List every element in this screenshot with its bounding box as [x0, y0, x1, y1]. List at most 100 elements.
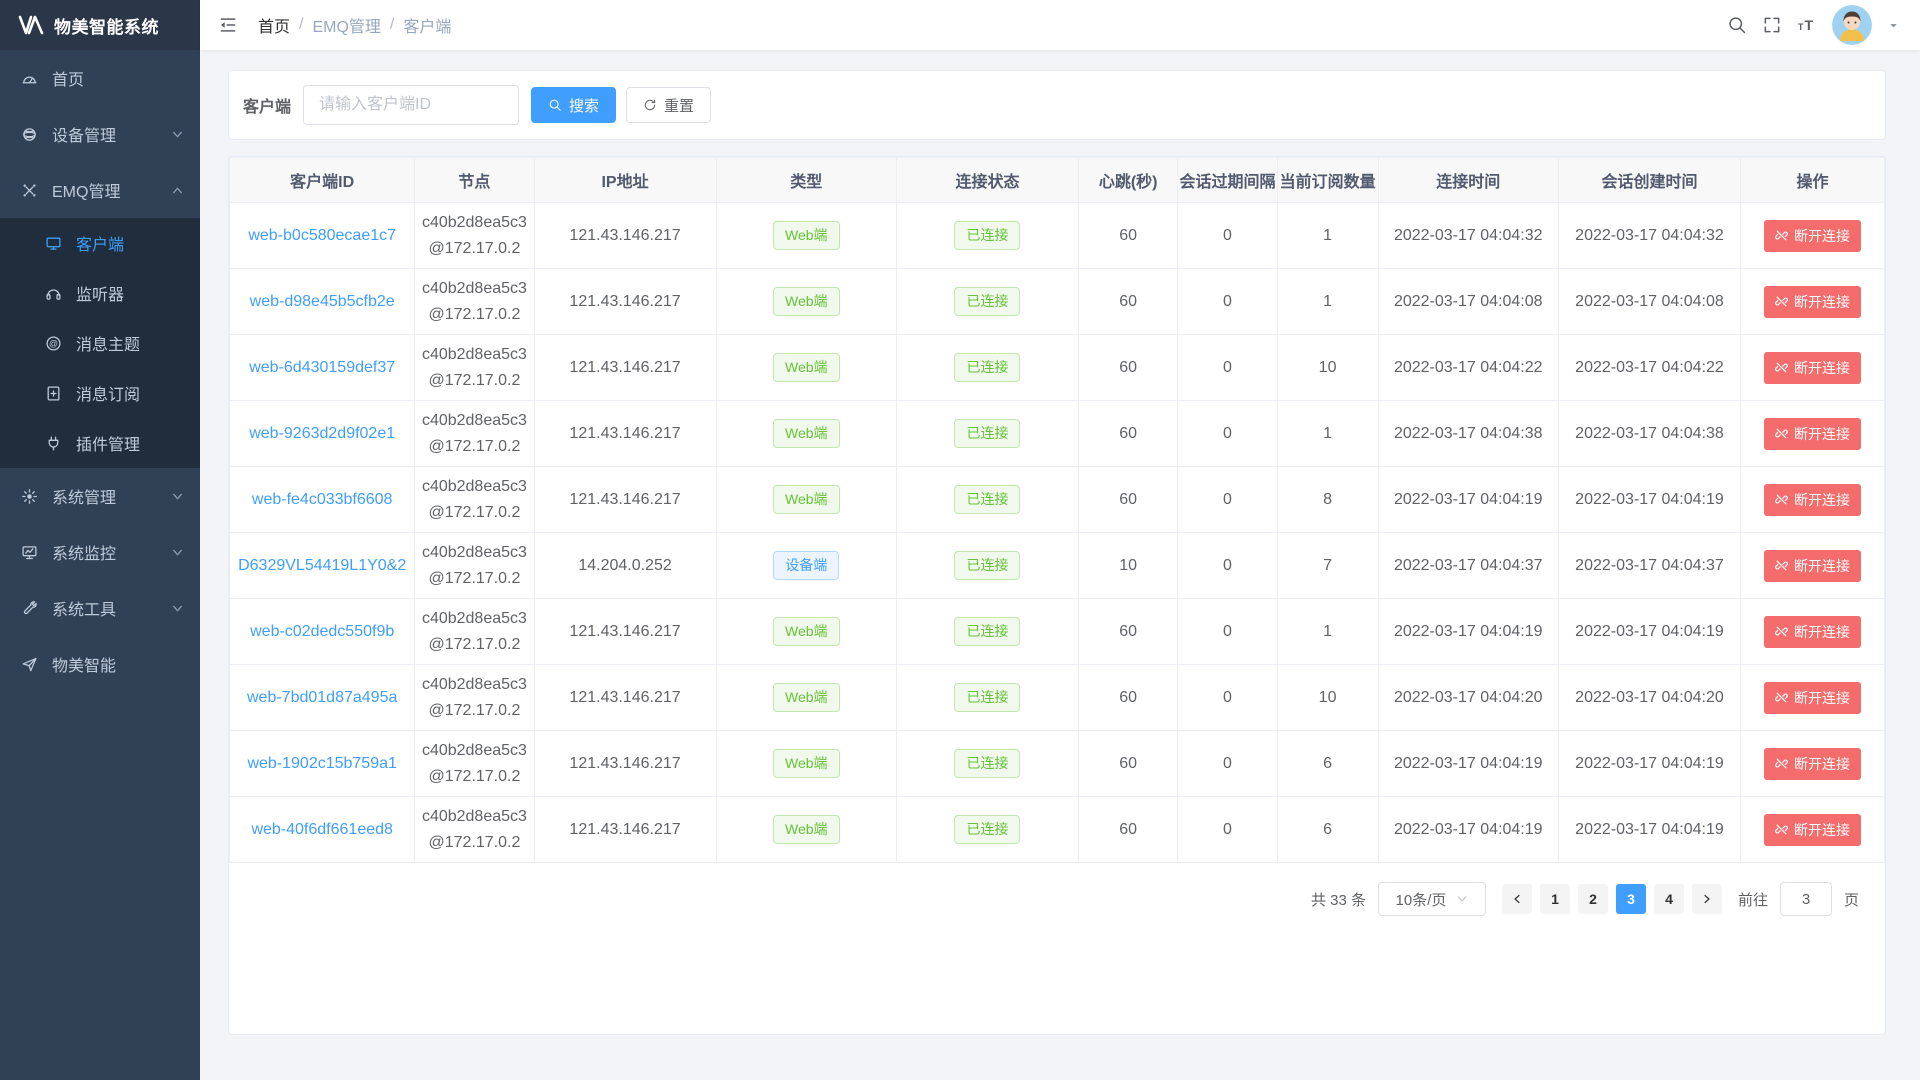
disconnect-button-label: 断开连接 [1794, 490, 1850, 510]
node-address: @172.17.0.2 [421, 632, 527, 658]
client-id-link[interactable]: D6329VL54419L1Y0&2 [238, 557, 406, 574]
cell-heartbeat: 60 [1079, 599, 1178, 665]
next-page-button[interactable] [1692, 884, 1722, 914]
cell-session-time: 2022-03-17 04:04:32 [1558, 203, 1740, 269]
column-header: 类型 [716, 158, 896, 203]
cell-type: Web端 [716, 401, 896, 467]
cell-status: 已连接 [896, 665, 1078, 731]
client-id-link[interactable]: web-d98e45b5cfb2e [250, 293, 395, 310]
table-row: web-fe4c033bf6608 c40b2d8ea5c3@172.17.0.2… [230, 467, 1885, 533]
node-name: c40b2d8ea5c3 [421, 606, 527, 632]
sidebar-item-label: 消息订阅 [76, 381, 200, 405]
cell-expiry: 0 [1178, 269, 1277, 335]
cell-connect-time: 2022-03-17 04:04:37 [1378, 533, 1558, 599]
cell-node: c40b2d8ea5c3@172.17.0.2 [415, 467, 534, 533]
disconnect-button[interactable]: 断开连接 [1764, 418, 1861, 450]
client-id-link[interactable]: web-40f6df661eed8 [251, 821, 392, 838]
disconnect-button[interactable]: 断开连接 [1764, 484, 1861, 516]
sidebar-item-emq-management[interactable]: EMQ管理 [0, 162, 200, 218]
client-id-link[interactable]: web-1902c15b759a1 [247, 755, 396, 772]
cell-node: c40b2d8ea5c3@172.17.0.2 [415, 401, 534, 467]
disconnect-button[interactable]: 断开连接 [1764, 682, 1861, 714]
page-button[interactable]: 2 [1578, 884, 1608, 914]
client-id-link[interactable]: web-b0c580ecae1c7 [248, 227, 396, 244]
client-id-link[interactable]: web-9263d2d9f02e1 [249, 425, 395, 442]
sidebar-item-clients[interactable]: 客户端 [0, 218, 200, 268]
sidebar-item-system-monitor[interactable]: 系统监控 [0, 524, 200, 580]
submenu-emq-management: 客户端监听器@消息主题消息订阅插件管理 [0, 218, 200, 468]
cell-heartbeat: 60 [1079, 401, 1178, 467]
search-icon[interactable] [1727, 15, 1747, 35]
unlink-icon [1775, 559, 1788, 572]
cell-client-id: web-d98e45b5cfb2e [230, 269, 415, 335]
cell-expiry: 0 [1178, 203, 1277, 269]
disconnect-button[interactable]: 断开连接 [1764, 550, 1861, 582]
cell-session-time: 2022-03-17 04:04:19 [1558, 797, 1740, 863]
cell-node: c40b2d8ea5c3@172.17.0.2 [415, 665, 534, 731]
sidebar-item-system-management[interactable]: 系统管理 [0, 468, 200, 524]
sidebar-item-message-topics[interactable]: @消息主题 [0, 318, 200, 368]
table-row: web-9263d2d9f02e1 c40b2d8ea5c3@172.17.0.2… [230, 401, 1885, 467]
table-row: D6329VL54419L1Y0&2c40b2d8ea5c3@172.17.0.… [230, 533, 1885, 599]
cell-client-id: D6329VL54419L1Y0&2 [230, 533, 415, 599]
page-button[interactable]: 1 [1540, 884, 1570, 914]
caret-down-icon[interactable] [1887, 19, 1900, 32]
page-button[interactable]: 3 [1616, 884, 1646, 914]
client-id-link[interactable]: web-c02dedc550f9b [250, 623, 394, 640]
disconnect-button[interactable]: 断开连接 [1764, 286, 1861, 318]
cell-action: 断开连接 [1740, 797, 1884, 863]
sidebar-item-system-tools[interactable]: 系统工具 [0, 580, 200, 636]
client-icon [44, 234, 62, 252]
fullscreen-icon[interactable] [1762, 15, 1782, 35]
client-id-link[interactable]: web-6d430159def37 [249, 359, 395, 376]
client-id-link[interactable]: web-fe4c033bf6608 [252, 491, 393, 508]
goto-page-input[interactable] [1780, 882, 1832, 916]
font-size-icon[interactable]: TT [1797, 15, 1817, 35]
avatar[interactable] [1832, 5, 1872, 45]
table-row: web-6d430159def37c40b2d8ea5c3@172.17.0.2… [230, 335, 1885, 401]
cell-action: 断开连接 [1740, 467, 1884, 533]
gear-icon [20, 487, 38, 505]
sidebar-item-home[interactable]: 首页 [0, 50, 200, 106]
client-id-link[interactable]: web-7bd01d87a495a [247, 689, 397, 706]
cell-heartbeat: 60 [1079, 731, 1178, 797]
unlink-icon [1775, 427, 1788, 440]
table-row: web-1902c15b759a1c40b2d8ea5c3@172.17.0.2… [230, 731, 1885, 797]
sidebar: 物美智能系统 首页设备管理EMQ管理客户端监听器@消息主题消息订阅插件管理系统管… [0, 0, 200, 1080]
breadcrumb-item[interactable]: 首页 [258, 13, 290, 37]
topic-icon: @ [44, 334, 62, 352]
sidebar-item-label: 系统监控 [52, 540, 171, 564]
cell-ip: 121.43.146.217 [534, 467, 716, 533]
disconnect-button[interactable]: 断开连接 [1764, 814, 1861, 846]
page-button[interactable]: 4 [1654, 884, 1684, 914]
chevron-down-icon [171, 490, 184, 503]
sidebar-item-listeners[interactable]: 监听器 [0, 268, 200, 318]
sidebar-item-wumei-smart[interactable]: 物美智能 [0, 636, 200, 692]
node-address: @172.17.0.2 [421, 236, 527, 262]
disconnect-button[interactable]: 断开连接 [1764, 616, 1861, 648]
content: 客户端 搜索 重置 客户端ID节点IP地址类型连接状态心跳(秒)会话过期间隔当前… [200, 50, 1920, 1080]
unlink-icon [1775, 823, 1788, 836]
sidebar-item-plugin-management[interactable]: 插件管理 [0, 418, 200, 468]
logo[interactable]: 物美智能系统 [0, 0, 200, 50]
reset-button[interactable]: 重置 [626, 87, 711, 123]
disconnect-button[interactable]: 断开连接 [1764, 352, 1861, 384]
filter-card: 客户端 搜索 重置 [228, 70, 1886, 140]
status-badge: 已连接 [954, 749, 1020, 778]
disconnect-button-label: 断开连接 [1794, 688, 1850, 708]
client-id-input[interactable] [303, 85, 519, 125]
breadcrumb-separator: / [299, 16, 303, 34]
page-size-select[interactable]: 10条/页 [1378, 882, 1486, 916]
sidebar-item-message-subscriptions[interactable]: 消息订阅 [0, 368, 200, 418]
disconnect-button-label: 断开连接 [1794, 754, 1850, 774]
disconnect-button[interactable]: 断开连接 [1764, 220, 1861, 252]
unlink-icon [1775, 493, 1788, 506]
cell-status: 已连接 [896, 203, 1078, 269]
reset-button-label: 重置 [664, 95, 694, 116]
sidebar-item-device-management[interactable]: 设备管理 [0, 106, 200, 162]
sidebar-toggle-icon[interactable] [218, 15, 238, 35]
previous-page-button[interactable] [1502, 884, 1532, 914]
disconnect-button[interactable]: 断开连接 [1764, 748, 1861, 780]
svg-text:@: @ [49, 338, 58, 348]
search-button[interactable]: 搜索 [531, 87, 616, 123]
